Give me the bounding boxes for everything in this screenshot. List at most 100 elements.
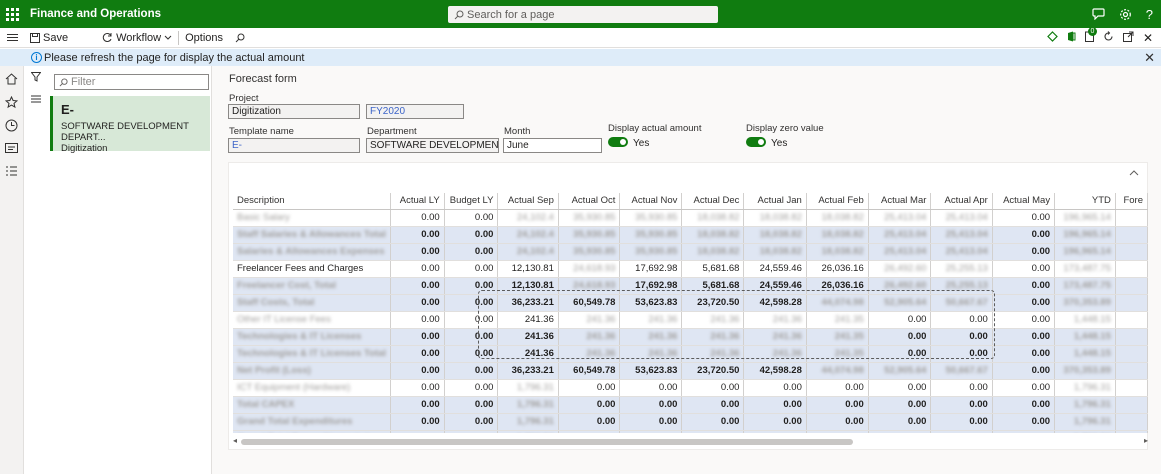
attachments-icon[interactable]: 0 — [1084, 27, 1097, 45]
amount-cell: 0.00 — [930, 311, 993, 329]
column-header[interactable]: YTD — [1054, 193, 1116, 210]
amount-cell: 241.36 — [497, 345, 559, 363]
diamond-icon[interactable] — [1047, 31, 1058, 45]
column-header[interactable]: Actual Sep — [497, 193, 559, 210]
amount-cell: 241.36 — [743, 345, 807, 363]
cell-value: 0.00 — [845, 382, 864, 393]
table-row[interactable]: Other IT License Fees 0.00 0.00 241.36 241.3… — [233, 311, 1148, 329]
help-icon[interactable]: ? — [1146, 7, 1153, 22]
amount-cell: 24,102.4 — [497, 209, 559, 227]
list-view-icon[interactable] — [31, 94, 41, 106]
fiscal-year-field[interactable]: FY2020 — [366, 104, 464, 119]
amount-cell: 0.00 — [444, 226, 499, 244]
column-header[interactable]: Description — [233, 193, 392, 210]
project-field[interactable]: Digitization — [228, 104, 360, 119]
search-actions-button[interactable] — [229, 33, 251, 43]
display-actual-toggle[interactable] — [608, 137, 628, 147]
cell-value: 0.00 — [845, 416, 864, 427]
workspaces-icon[interactable] — [5, 142, 18, 157]
modules-list-icon[interactable] — [5, 165, 18, 180]
cell-value: 0.00 — [421, 263, 440, 274]
hamburger-icon[interactable] — [0, 34, 24, 41]
amount-cell: 0.00 — [390, 226, 445, 244]
cell-value: 0.00 — [1031, 365, 1051, 376]
amount-cell: 0.00 — [868, 311, 932, 329]
column-header[interactable]: Actual Mar — [868, 193, 932, 210]
options-button[interactable]: Options — [179, 32, 229, 44]
gear-icon[interactable] — [1119, 8, 1132, 21]
cell-value: 0.00 — [1031, 399, 1051, 410]
column-header[interactable]: Actual Nov — [619, 193, 683, 210]
column-header[interactable]: Actual May — [992, 193, 1056, 210]
forecast-table: Description Actual LY Budget LY Actual Sep A… — [233, 193, 1148, 433]
table-row[interactable]: Grand Total Expenditures 0.00 0.00 1,796.31… — [233, 413, 1148, 431]
amount-cell: 196,965.14 — [1054, 243, 1116, 261]
column-header[interactable]: Budget LY — [444, 193, 499, 210]
open-new-window-icon[interactable] — [1122, 31, 1134, 45]
column-header[interactable]: Actual Oct — [558, 193, 621, 210]
form-title: Forecast form — [229, 73, 297, 85]
month-field[interactable]: June — [503, 138, 602, 153]
cell-value: Staff Costs, Total — [237, 297, 315, 308]
filter-icon[interactable] — [30, 72, 42, 85]
table-row[interactable]: Salaries & Allowances Expenses 0.00 0.00 24… — [233, 243, 1148, 261]
cell-value: 24,559.46 — [759, 263, 802, 274]
horizontal-scrollbar[interactable]: ◂ ▸ — [233, 436, 1148, 446]
amount-cell: 42,598.28 — [743, 294, 807, 312]
recent-clock-icon[interactable] — [5, 119, 18, 135]
search-input[interactable]: Search for a page — [448, 6, 718, 23]
amount-cell: 18,038.82 — [806, 226, 869, 244]
amount-cell: 18,038.82 — [681, 226, 745, 244]
table-row[interactable]: Technologies & IT Licenses Total 0.00 0.00… — [233, 345, 1148, 363]
column-header[interactable]: Actual Jan — [743, 193, 807, 210]
cell-value: 0.00 — [1031, 348, 1051, 359]
table-row[interactable]: Technologies & IT Licenses 0.00 0.00 241.36… — [233, 328, 1148, 346]
table-row[interactable]: Basic Salary 0.00 0.00 24,102.4 35,930.85 35,… — [233, 209, 1148, 227]
favorites-star-icon[interactable] — [4, 95, 19, 112]
department-field[interactable]: SOFTWARE DEVELOPMENT D... — [366, 138, 499, 153]
table-row[interactable]: Total CAPEX 0.00 0.00 1,796.31 0.00 0.00 0.00 0… — [233, 396, 1148, 414]
scroll-right-icon[interactable]: ▸ — [1144, 436, 1148, 445]
workflow-button[interactable]: Workflow — [96, 32, 178, 44]
options-label: Options — [185, 31, 224, 44]
cell-value: 25,413.04 — [945, 229, 988, 240]
cell-value: 0.00 — [969, 416, 988, 427]
amount-cell: 0.00 — [558, 396, 621, 414]
column-header[interactable]: Actual Apr — [930, 193, 993, 210]
save-icon — [30, 32, 40, 43]
cell-value: 53,623.83 — [635, 297, 678, 308]
amount-cell: 0.00 — [868, 345, 932, 363]
refresh-icon[interactable] — [1103, 31, 1114, 45]
chevron-up-icon[interactable] — [1129, 167, 1139, 179]
amount-cell: 241.36 — [743, 311, 807, 329]
list-item[interactable]: E- SOFTWARE DEVELOPMENT DEPART... Digiti… — [50, 96, 210, 154]
table-row[interactable]: Freelancer Fees and Charges 0.00 0.00 12,13… — [233, 260, 1148, 278]
table-row[interactable]: Grand Total Expenditures (...)0.000.001,… — [233, 430, 1148, 433]
scroll-thumb[interactable] — [241, 439, 853, 445]
column-header[interactable]: Actual Dec — [681, 193, 745, 210]
save-button[interactable]: Save — [24, 32, 74, 44]
scroll-left-icon[interactable]: ◂ — [233, 436, 237, 445]
amount-cell: 35,930.85 — [619, 209, 683, 227]
table-row[interactable]: Staff Salaries & Allowances Total 0.00 0.0… — [233, 226, 1148, 244]
template-name-field[interactable]: E- — [228, 138, 360, 153]
office-icon[interactable] — [1067, 31, 1076, 45]
close-message-icon[interactable]: ✕ — [1144, 50, 1155, 66]
chat-icon[interactable] — [1092, 8, 1105, 20]
app-title[interactable]: Finance and Operations — [30, 8, 161, 20]
column-header[interactable]: Actual LY — [390, 193, 445, 210]
cell-value: 241.36 — [772, 348, 802, 359]
app-launcher-icon[interactable] — [0, 0, 24, 28]
table-row[interactable]: ICT Equipment (Hardware) 0.00 0.00 1,796.31… — [233, 379, 1148, 397]
table-row[interactable]: Net Profit (Loss) 0.00 0.00 36,233.21 60,549… — [233, 362, 1148, 380]
amount-cell: 241.36 — [619, 328, 683, 346]
column-header[interactable]: Fore — [1115, 193, 1148, 210]
display-zero-toggle[interactable] — [746, 137, 766, 147]
table-row[interactable]: Freelancer Cost, Total 0.00 0.00 12,130.81 2… — [233, 277, 1148, 295]
filter-input[interactable]: Filter — [54, 74, 209, 90]
table-row[interactable]: Staff Costs, Total 0.00 0.00 36,233.21 60,54… — [233, 294, 1148, 312]
close-icon[interactable]: ✕ — [1143, 31, 1153, 45]
home-icon[interactable] — [5, 73, 18, 88]
cell-value: 0.00 — [421, 297, 440, 308]
column-header[interactable]: Actual Feb — [806, 193, 869, 210]
